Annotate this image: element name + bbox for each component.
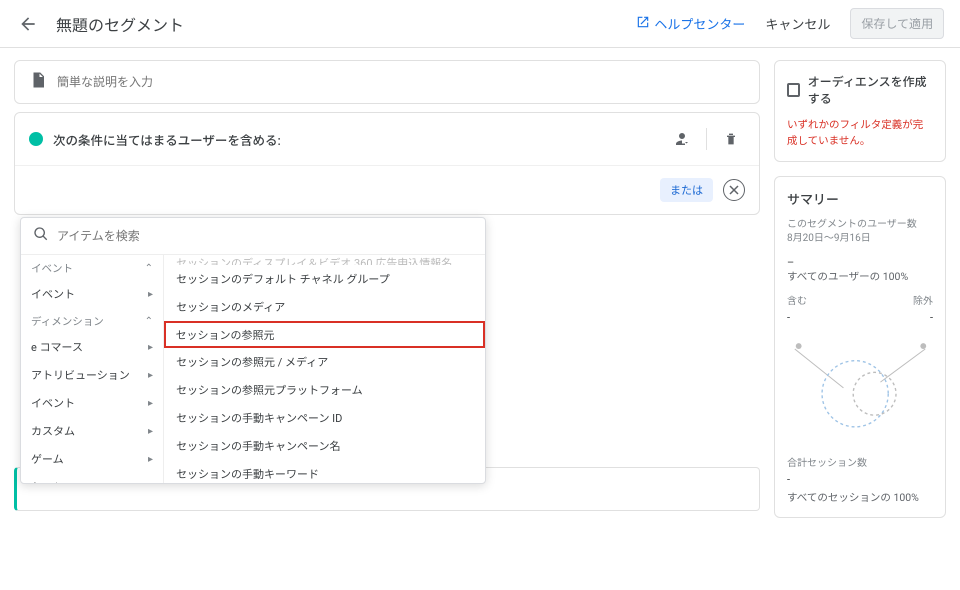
include-condition-title: 次の条件に当てはまるユーザーを含める: <box>53 130 668 149</box>
delete-condition-button[interactable] <box>717 125 745 153</box>
help-center-label: ヘルプセンター <box>654 14 745 33</box>
item-search-input[interactable] <box>57 229 473 243</box>
category-section-header[interactable]: イベント⌃ <box>21 255 163 280</box>
category-item[interactable]: e コマース▸ <box>21 333 163 361</box>
description-input[interactable] <box>57 75 745 89</box>
user-count-value: – <box>787 256 933 269</box>
category-item[interactable]: イベント▸ <box>21 389 163 417</box>
description-card <box>14 60 760 104</box>
sessions-percent-line: すべてのセッションの 100% <box>787 490 933 505</box>
cancel-button[interactable]: キャンセル <box>765 14 830 33</box>
clear-condition-button[interactable] <box>723 179 745 201</box>
summary-card: サマリー このセグメントのユーザー数 8月20日～9月16日 – すべてのユーザ… <box>774 176 946 518</box>
help-center-link[interactable]: ヘルプセンター <box>636 14 745 33</box>
save-apply-button: 保存して適用 <box>850 8 944 39</box>
picker-item[interactable]: セッションのメディア <box>164 293 485 321</box>
exclude-label: 除外 <box>913 292 933 307</box>
audience-card: オーディエンスを作成する いずれかのフィルタ定義が完成していません。 <box>774 60 946 162</box>
summary-title: サマリー <box>787 189 933 208</box>
picker-item[interactable]: セッションの手動キャンペーン名 <box>164 432 485 460</box>
picker-item[interactable]: セッションの参照元 <box>164 321 485 348</box>
venn-diagram <box>787 330 933 440</box>
category-item[interactable]: セッション▸ <box>21 473 163 483</box>
include-label: 含む <box>787 292 807 307</box>
filter-incomplete-warning: いずれかのフィルタ定義が完成していません。 <box>787 117 933 149</box>
category-item[interactable]: ゲーム▸ <box>21 445 163 473</box>
picker-item[interactable]: セッションの参照元プラットフォーム <box>164 376 485 404</box>
picker-item[interactable]: セッションのデフォルト チャネル グループ <box>164 265 485 293</box>
item-list[interactable]: セッションのディスプレイ＆ビデオ 360 広告申込情報名セッションのデフォルト … <box>164 255 485 483</box>
summary-subtitle: このセグメントのユーザー数 8月20日～9月16日 <box>787 218 933 246</box>
item-picker-popup: イベント⌃イベント▸ディメンション⌃e コマース▸アトリビューション▸イベント▸… <box>20 217 486 484</box>
users-percent-line: すべてのユーザーの 100% <box>787 269 933 284</box>
picker-item[interactable]: セッションの手動キーワード <box>164 460 485 483</box>
picker-item[interactable]: セッションの手動キャンペーン ID <box>164 404 485 432</box>
sessions-value: - <box>787 473 933 486</box>
external-link-icon <box>636 15 650 33</box>
sessions-title: 合計セッション数 <box>787 454 933 469</box>
category-section-header[interactable]: ディメンション⌃ <box>21 308 163 333</box>
picker-item[interactable]: セッションの参照元 / メディア <box>164 348 485 376</box>
create-audience-label: オーディエンスを作成する <box>808 73 933 107</box>
separator <box>706 128 707 150</box>
category-item[interactable]: アトリビューション▸ <box>21 361 163 389</box>
category-item[interactable]: イベント▸ <box>21 280 163 308</box>
category-list[interactable]: イベント⌃イベント▸ディメンション⌃e コマース▸アトリビューション▸イベント▸… <box>21 255 164 483</box>
document-icon <box>29 71 47 93</box>
create-audience-checkbox[interactable] <box>787 83 800 97</box>
page-title: 無題のセグメント <box>56 12 636 36</box>
include-condition-card: 次の条件に当てはまるユーザーを含める: または <box>14 112 760 215</box>
include-indicator-dot <box>29 132 43 146</box>
app-header: 無題のセグメント ヘルプセンター キャンセル 保存して適用 <box>0 0 960 48</box>
category-item[interactable]: カスタム▸ <box>21 417 163 445</box>
or-button[interactable]: または <box>660 178 713 202</box>
back-arrow-icon[interactable] <box>16 12 40 36</box>
exclude-value: - <box>930 311 933 324</box>
picker-item[interactable]: セッションのディスプレイ＆ビデオ 360 広告申込情報名 <box>164 255 485 265</box>
search-icon <box>33 226 49 246</box>
include-value: - <box>787 311 790 324</box>
scope-user-button[interactable] <box>668 125 696 153</box>
